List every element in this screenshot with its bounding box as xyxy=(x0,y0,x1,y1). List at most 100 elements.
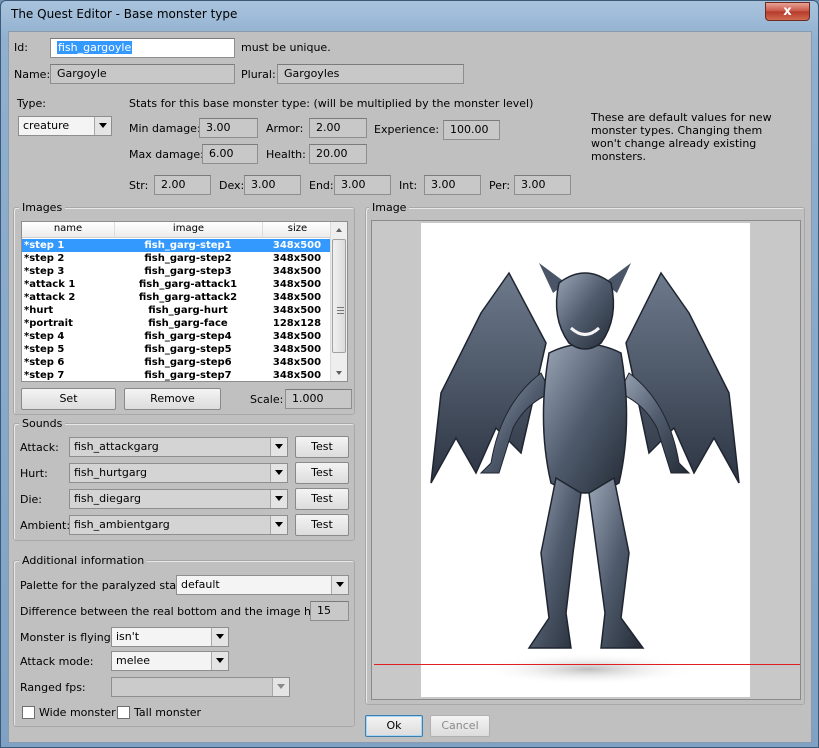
flying-combobox-value: isn't xyxy=(116,630,140,643)
min-damage-input[interactable]: 3.00 xyxy=(199,118,258,138)
id-unique-note: must be unique. xyxy=(241,41,331,54)
image-list-row[interactable]: *hurt fish_garg-hurt 348x500 xyxy=(22,304,331,317)
sound-hurt-test-button[interactable]: Test xyxy=(295,462,349,484)
bottom-diff-input[interactable]: 15 xyxy=(310,601,349,621)
image-list-row[interactable]: *step 7 fish_garg-step7 348x500 xyxy=(22,369,331,381)
health-input[interactable]: 20.00 xyxy=(309,144,367,164)
end-input[interactable]: 3.00 xyxy=(334,175,391,195)
grip-icon xyxy=(337,307,344,314)
image-list-row[interactable]: *attack 1 fish_garg-attack1 348x500 xyxy=(22,278,331,291)
bottom-baseline xyxy=(374,664,800,665)
set-image-button[interactable]: Set xyxy=(21,388,116,410)
ranged-fps-combobox[interactable] xyxy=(111,677,290,697)
attack-mode-combobox[interactable]: melee xyxy=(111,651,229,671)
image-list-row[interactable]: *step 6 fish_garg-step6 348x500 xyxy=(22,356,331,369)
sound-attack-combobox[interactable]: fish_attackgarg xyxy=(69,437,288,457)
chevron-down-icon[interactable] xyxy=(270,516,287,534)
armor-input[interactable]: 2.00 xyxy=(309,118,367,138)
sounds-group-title: Sounds xyxy=(19,417,66,430)
image-list-row[interactable]: *step 5 fish_garg-step5 348x500 xyxy=(22,343,331,356)
wide-monster-label[interactable]: Wide monster xyxy=(39,706,116,719)
str-input[interactable]: 2.00 xyxy=(154,175,211,195)
image-list-row[interactable]: *step 3 fish_garg-step3 348x500 xyxy=(22,265,331,278)
close-button[interactable]: x xyxy=(765,2,810,21)
image-list-row[interactable]: *step 4 fish_garg-step4 348x500 xyxy=(22,330,331,343)
chevron-down-icon[interactable] xyxy=(270,464,287,482)
image-list-cell-name: *attack 2 xyxy=(24,292,76,303)
scroll-up-icon[interactable] xyxy=(331,222,347,238)
chevron-down-icon[interactable] xyxy=(94,117,111,135)
per-input[interactable]: 3.00 xyxy=(514,175,571,195)
image-list-cell-size: 348x500 xyxy=(272,370,322,381)
image-list-row[interactable]: *attack 2 fish_garg-attack2 348x500 xyxy=(22,291,331,304)
defaults-note: These are default values for new monster… xyxy=(591,111,772,163)
tall-monster-label[interactable]: Tall monster xyxy=(134,706,201,719)
image-list-cell-name: *step 4 xyxy=(24,331,65,342)
flying-label: Monster is flying: xyxy=(20,631,115,644)
sound-hurt-value: fish_hurtgarg xyxy=(74,466,147,479)
experience-input[interactable]: 100.00 xyxy=(443,120,500,140)
image-list-row[interactable]: *portrait fish_garg-face 128x128 xyxy=(22,317,331,330)
tall-monster-checkbox[interactable] xyxy=(117,706,130,719)
ground-shadow xyxy=(479,653,699,685)
flying-combobox[interactable]: isn't xyxy=(111,627,229,647)
id-input[interactable]: fish_gargoyle xyxy=(50,38,235,58)
plural-input[interactable]: Gargoyles xyxy=(277,64,464,84)
chevron-down-icon[interactable] xyxy=(272,678,289,696)
cancel-button[interactable]: Cancel xyxy=(430,715,490,737)
sound-ambient-combobox[interactable]: fish_ambientgarg xyxy=(69,515,288,535)
palette-combobox-value: default xyxy=(181,578,220,591)
name-input[interactable]: Gargoyle xyxy=(50,64,235,84)
chevron-down-icon[interactable] xyxy=(211,628,228,646)
sound-ambient-test-button[interactable]: Test xyxy=(295,514,349,536)
right-leg xyxy=(588,476,645,649)
sound-attack-test-button[interactable]: Test xyxy=(295,436,349,458)
sound-die-test-button[interactable]: Test xyxy=(295,488,349,510)
images-listview[interactable]: name image size *step 1 fish_garg-step1 34… xyxy=(21,221,348,382)
column-header-image[interactable]: image xyxy=(115,223,262,234)
remove-image-button[interactable]: Remove xyxy=(124,388,221,410)
torso xyxy=(542,343,628,494)
palette-label: Palette for the paralyzed state: xyxy=(20,579,191,592)
scale-label: Scale: xyxy=(250,393,284,406)
max-damage-input[interactable]: 6.00 xyxy=(202,144,258,164)
images-list-scrollbar[interactable] xyxy=(330,222,347,381)
image-list-cell-image: fish_garg-attack1 xyxy=(138,279,238,290)
image-list-cell-name: *step 1 xyxy=(24,240,65,251)
sound-ambient-label: Ambient: xyxy=(20,519,71,532)
type-combobox[interactable]: creature xyxy=(18,116,112,136)
ok-button[interactable]: Ok xyxy=(365,715,423,737)
int-input[interactable]: 3.00 xyxy=(424,175,481,195)
image-list-cell-image: fish_garg-hurt xyxy=(148,305,228,316)
dex-input[interactable]: 3.00 xyxy=(244,175,301,195)
chevron-down-icon[interactable] xyxy=(211,652,228,670)
chevron-down-icon[interactable] xyxy=(270,490,287,508)
sound-hurt-combobox[interactable]: fish_hurtgarg xyxy=(69,463,288,483)
experience-label: Experience: xyxy=(374,123,440,136)
column-header-size[interactable]: size xyxy=(263,223,332,234)
chevron-down-icon[interactable] xyxy=(270,438,287,456)
image-list-cell-size: 128x128 xyxy=(272,318,322,329)
image-list-cell-name: *step 5 xyxy=(24,344,65,355)
scroll-thumb[interactable] xyxy=(332,239,346,353)
chevron-down-icon[interactable] xyxy=(331,576,348,594)
sound-die-value: fish_diegarg xyxy=(74,492,141,505)
scroll-down-icon[interactable] xyxy=(331,365,347,381)
palette-combobox[interactable]: default xyxy=(176,575,349,595)
image-list-row[interactable]: *step 1 fish_garg-step1 348x500 xyxy=(22,239,331,252)
image-list-row[interactable]: *step 2 fish_garg-step2 348x500 xyxy=(22,252,331,265)
image-preview-frame xyxy=(371,220,801,700)
column-header-name[interactable]: name xyxy=(22,223,114,234)
armor-label: Armor: xyxy=(266,122,304,135)
image-preview-group-title: Image xyxy=(369,201,410,214)
title-bar[interactable]: The Quest Editor - Base monster type x xyxy=(1,1,818,27)
sound-die-combobox[interactable]: fish_diegarg xyxy=(69,489,288,509)
sound-attack-value: fish_attackgarg xyxy=(74,440,159,453)
wide-monster-checkbox[interactable] xyxy=(22,706,35,719)
left-leg xyxy=(527,476,582,649)
image-list-cell-name: *step 7 xyxy=(24,370,65,381)
bottom-diff-label: Difference between the real bottom and t… xyxy=(20,605,343,618)
min-damage-label: Min damage: xyxy=(129,122,201,135)
image-list-cell-size: 348x500 xyxy=(272,266,322,277)
scale-input[interactable]: 1.000 xyxy=(285,389,352,409)
